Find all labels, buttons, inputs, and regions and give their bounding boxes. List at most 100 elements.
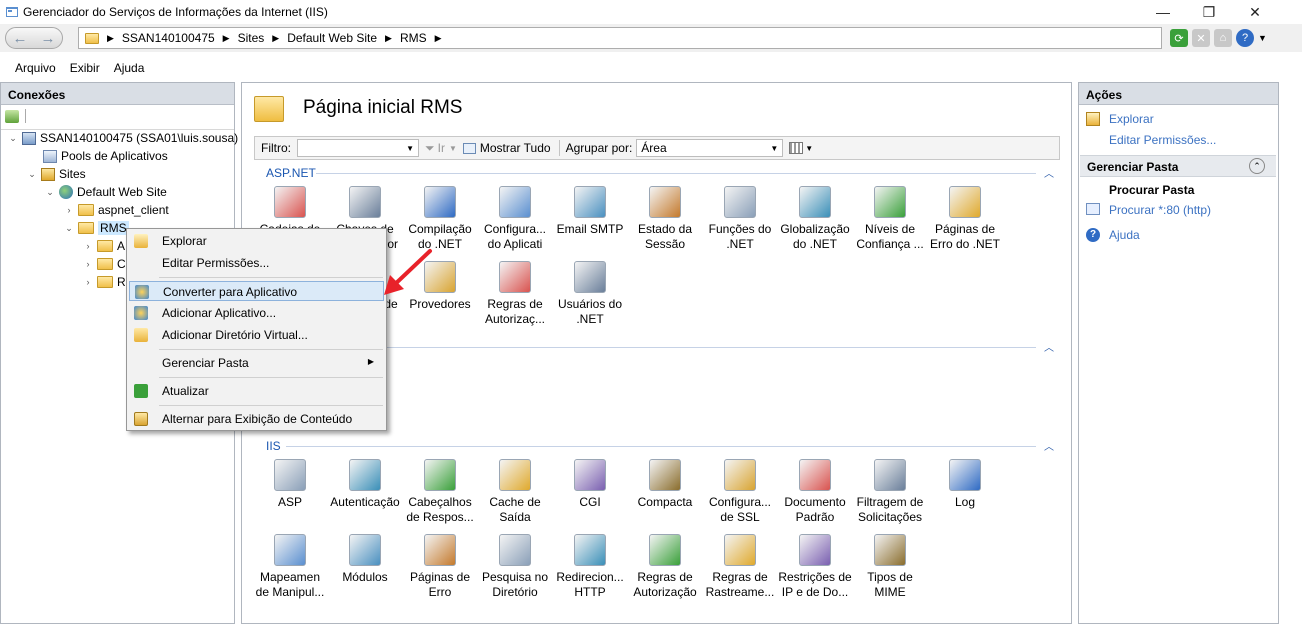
tree-item-sub-r[interactable]: › R xyxy=(83,275,126,289)
feature-regras-de-rastreame[interactable]: Regras de Rastreame... xyxy=(703,534,777,600)
breadcrumb[interactable]: ▶ SSAN140100475 ▶ Sites ▶ Default Web Si… xyxy=(78,27,1162,49)
feature-cabe-alhos-de-respos[interactable]: Cabeçalhos de Respos... xyxy=(403,459,477,525)
feature-fun-es-do-net[interactable]: Funções do .NET xyxy=(703,186,777,252)
menu-exibir[interactable]: Exibir xyxy=(63,61,107,75)
tree-item-sub-c[interactable]: › C xyxy=(83,257,126,271)
refresh-icon[interactable]: ⟳ xyxy=(1170,29,1188,47)
ctx-refresh[interactable]: Atualizar xyxy=(129,381,384,401)
chevron-down-icon[interactable]: ⌄ xyxy=(45,187,55,198)
feature-mapeamen-de-manipul[interactable]: Mapeamen de Manipul... xyxy=(253,534,327,600)
feature-estado-da-sess-o[interactable]: Estado da Sessão xyxy=(628,186,702,252)
breadcrumb-sites[interactable]: Sites xyxy=(238,31,265,45)
go-button[interactable]: Ir xyxy=(438,141,445,155)
ctx-switch-content-view[interactable]: Alternar para Exibição de Conteúdo xyxy=(129,409,384,429)
feature-label-line1: Níveis de xyxy=(864,222,916,236)
feature-log[interactable]: Log xyxy=(928,459,1002,510)
tree-item-sub-a[interactable]: › A xyxy=(83,239,126,253)
back-arrow-icon[interactable]: ← xyxy=(13,30,28,47)
tree-item-rms[interactable]: ⌄ RMS xyxy=(64,221,129,235)
feature-documento-padr-o[interactable]: Documento Padrão xyxy=(778,459,852,525)
folder-icon xyxy=(97,258,113,270)
feature-regras-de-autoriza-o[interactable]: Regras de Autorização xyxy=(628,534,702,600)
tree-item-sites[interactable]: ⌄ Sites xyxy=(27,167,85,181)
feature-label-line2: Confiança ... xyxy=(856,237,924,251)
group-by-select[interactable]: Área ▼ xyxy=(636,139,784,157)
feature-n-veis-de-confian-a[interactable]: Níveis de Confiança ... xyxy=(853,186,927,252)
collapse-icon[interactable]: ︿ xyxy=(1044,339,1054,354)
feature-regras-de-autoriza[interactable]: Regras de Autorizaç... xyxy=(478,261,552,327)
breadcrumb-rms[interactable]: RMS xyxy=(400,31,427,45)
feature-usu-rios-do-net[interactable]: Usuários do .NET xyxy=(553,261,627,327)
collapse-icon[interactable]: ⌃ xyxy=(1249,158,1265,174)
feature-p-ginas-de-erro[interactable]: Páginas de Erro xyxy=(403,534,477,600)
feature-restri-es-de-ip-e-de-do[interactable]: Restrições de IP e de Do... xyxy=(778,534,852,600)
feature-label-line2: IP e de Do... xyxy=(781,585,849,599)
filter-bar: Filtro: ▼ ⏷ Ir ▼ Mostrar Tudo Agrupar po… xyxy=(254,136,1060,160)
chevron-down-icon[interactable]: ▼ xyxy=(1258,33,1267,43)
feature-compila-o-do-net[interactable]: Compilação do .NET xyxy=(403,186,477,252)
action-help[interactable]: Ajuda xyxy=(1109,228,1140,242)
ctx-explore[interactable]: Explorar xyxy=(129,231,384,251)
feature-cgi[interactable]: CGI xyxy=(553,459,627,510)
chevron-right-icon[interactable]: › xyxy=(83,259,93,269)
collapse-icon[interactable]: ︿ xyxy=(1044,165,1054,180)
feature-filtragem-de-solicita-es[interactable]: Filtragem de Solicitações xyxy=(853,459,927,525)
group-header-iis[interactable]: IIS ︿ xyxy=(254,439,1060,453)
menu-arquivo[interactable]: Arquivo xyxy=(8,61,63,75)
breadcrumb-default-site[interactable]: Default Web Site xyxy=(287,31,377,45)
chevron-down-icon[interactable]: ⌄ xyxy=(64,223,74,234)
chevron-down-icon[interactable]: ⌄ xyxy=(27,169,37,180)
feature-globaliza-o-do-net[interactable]: Globalização do .NET xyxy=(778,186,852,252)
action-browse-port[interactable]: Procurar *:80 (http) xyxy=(1109,203,1211,217)
close-button[interactable]: ✕ xyxy=(1232,0,1278,24)
feature-label-line2: de SSL xyxy=(720,510,760,524)
chevron-right-icon[interactable]: › xyxy=(64,205,74,215)
group-header-aspnet[interactable]: ASP.NET ︿ xyxy=(254,166,1060,180)
feature-compacta[interactable]: Compacta xyxy=(628,459,702,510)
ctx-manage-folder[interactable]: Gerenciar Pasta ▶ xyxy=(129,353,384,373)
feature-redirecion-http[interactable]: Redirecion... HTTP xyxy=(553,534,627,600)
submenu-arrow-icon: ▶ xyxy=(367,357,374,366)
breadcrumb-server[interactable]: SSAN140100475 xyxy=(122,31,215,45)
feature-p-ginas-de-erro-do-net[interactable]: Páginas de Erro do .NET xyxy=(928,186,1002,252)
home-icon[interactable]: ⌂ xyxy=(1214,29,1232,47)
tree-item-aspnet-client[interactable]: › aspnet_client xyxy=(64,203,169,217)
menu-ajuda[interactable]: Ajuda xyxy=(107,61,152,75)
chevron-down-icon[interactable]: ⌄ xyxy=(8,133,18,144)
restore-button[interactable]: ❐ xyxy=(1186,0,1232,24)
view-icon[interactable] xyxy=(789,142,804,154)
feature-configura-de-ssl[interactable]: Configura... de SSL xyxy=(703,459,777,525)
feature-pesquisa-no-diret-rio[interactable]: Pesquisa no Diretório xyxy=(478,534,552,600)
feature-email-smtp[interactable]: Email SMTP xyxy=(553,186,627,237)
action-explore[interactable]: Explorar xyxy=(1109,112,1154,126)
action-edit-permissions[interactable]: Editar Permissões... xyxy=(1109,133,1216,147)
collapse-icon[interactable]: ︿ xyxy=(1044,438,1054,453)
ctx-convert-to-application[interactable]: Converter para Aplicativo xyxy=(129,281,384,301)
feature-label-line2: Saída xyxy=(499,510,531,524)
minimize-button[interactable]: — xyxy=(1140,0,1186,24)
chevron-right-icon[interactable]: › xyxy=(83,241,93,251)
tree-label: Default Web Site xyxy=(77,185,167,199)
ctx-edit-permissions[interactable]: Editar Permissões... xyxy=(129,253,384,273)
tree-item-default-web-site[interactable]: ⌄ Default Web Site xyxy=(45,185,167,199)
feature-m-dulos[interactable]: Módulos xyxy=(328,534,402,585)
feature-cache-de-sa-da[interactable]: Cache de Saída xyxy=(478,459,552,525)
tree-item-app-pools[interactable]: Pools de Aplicativos xyxy=(29,149,168,163)
feature-tipos-de-mime[interactable]: Tipos de MIME xyxy=(853,534,927,600)
feature-autentica-o[interactable]: Autenticação xyxy=(328,459,402,510)
show-all-button[interactable]: Mostrar Tudo xyxy=(480,141,551,155)
forward-arrow-icon[interactable]: → xyxy=(41,30,56,47)
feature-asp[interactable]: ASP xyxy=(253,459,327,510)
feature-configura-do-aplicati[interactable]: Configura... do Aplicati xyxy=(478,186,552,252)
help-icon[interactable]: ? xyxy=(1236,29,1254,47)
ctx-add-virtual-directory[interactable]: Adicionar Diretório Virtual... xyxy=(129,325,384,345)
chevron-down-icon[interactable]: ▼ xyxy=(805,144,813,153)
filter-input[interactable]: ▼ xyxy=(297,139,419,157)
connect-icon[interactable] xyxy=(5,109,19,123)
funnel-icon[interactable]: ⏷ xyxy=(425,141,435,156)
chevron-down-icon[interactable]: ▼ xyxy=(449,144,457,153)
ctx-add-application[interactable]: Adicionar Aplicativo... xyxy=(129,303,384,323)
chevron-right-icon[interactable]: › xyxy=(83,277,93,287)
tree-item-server[interactable]: ⌄ SSAN140100475 (SSA01\luis.sousa) xyxy=(8,131,238,145)
stop-icon[interactable]: ✕ xyxy=(1192,29,1210,47)
